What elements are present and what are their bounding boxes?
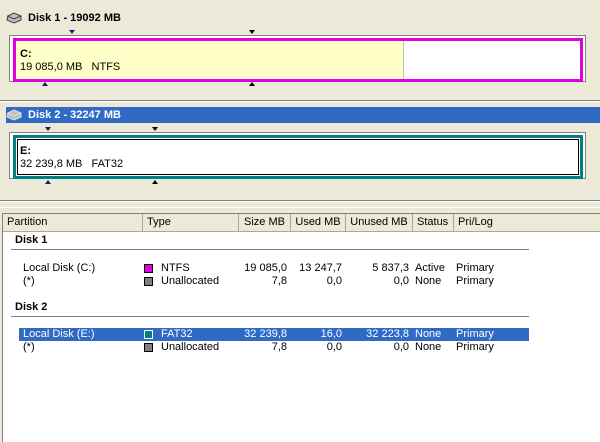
column-unused[interactable]: Unused MB	[346, 214, 413, 231]
cell-size: 19 085,0	[244, 262, 287, 274]
disk-2-header[interactable]: Disk 2 - 32247 MB	[6, 107, 600, 123]
cell-unused: 0,0	[393, 275, 409, 287]
table-row[interactable]: (*) Unallocated 7,8 0,0 0,0 None Primary	[3, 341, 600, 354]
cell-type: Unallocated	[161, 275, 220, 287]
cell-used: 16,0	[320, 328, 342, 340]
partition-letter: E:	[20, 145, 31, 157]
cell-used: 13 247,7	[299, 262, 342, 274]
column-used[interactable]: Used MB	[291, 214, 346, 231]
group-divider	[11, 316, 529, 317]
column-type[interactable]: Type	[143, 214, 239, 231]
partition-end-marker	[152, 180, 158, 184]
group-title-disk-2: Disk 2	[15, 301, 48, 313]
table-row[interactable]: Local Disk (C:) NTFS 19 085,0 13 247,7 5…	[3, 262, 600, 275]
partition-start-marker	[45, 127, 51, 131]
cell-unused: 32 223,8	[366, 328, 409, 340]
cell-status: Active	[415, 262, 445, 274]
partition-list[interactable]: Partition Type Size MB Used MB Unused MB…	[2, 213, 600, 442]
column-partition[interactable]: Partition	[3, 214, 143, 231]
group-divider	[11, 249, 529, 250]
disk-1-title: Disk 1 - 19092 MB	[28, 12, 121, 24]
table-row[interactable]: (*) Unallocated 7,8 0,0 0,0 None Primary	[3, 275, 600, 288]
cell-prilog: Primary	[456, 262, 494, 274]
splitter[interactable]	[0, 207, 600, 212]
partition-fs: FAT32	[91, 158, 124, 170]
used-space-divider	[403, 41, 404, 79]
hard-disk-icon	[6, 12, 22, 24]
type-color-swatch	[144, 264, 153, 273]
partition-c-label: C: 19 085,0 MB NTFS	[20, 48, 120, 74]
partition-size: 19 085,0 MB	[20, 61, 83, 73]
cell-partition: (*)	[23, 275, 35, 287]
map-separator	[0, 100, 600, 102]
partition-start-marker	[45, 180, 51, 184]
cell-size: 7,8	[271, 341, 287, 353]
column-prilog[interactable]: Pri/Log	[454, 214, 600, 231]
cell-partition: Local Disk (E:)	[23, 328, 95, 340]
partition-e-block[interactable]: E: 32 239,8 MB FAT32	[13, 135, 583, 179]
hard-disk-icon	[6, 109, 22, 121]
partition-c-block[interactable]: C: 19 085,0 MB NTFS	[13, 38, 583, 82]
type-color-swatch	[144, 343, 153, 352]
cell-unused: 5 837,3	[372, 262, 409, 274]
cell-size: 7,8	[271, 275, 287, 287]
column-header-bar: Partition Type Size MB Used MB Unused MB…	[3, 214, 600, 232]
cell-type: Unallocated	[161, 341, 220, 353]
cell-partition: (*)	[23, 341, 35, 353]
cell-used: 0,0	[326, 275, 342, 287]
partition-end-marker	[249, 30, 255, 34]
partition-letter: C:	[20, 48, 32, 60]
map-separator	[0, 200, 600, 202]
cell-status: None	[415, 275, 442, 287]
cell-type: FAT32	[161, 328, 193, 340]
partition-size: 32 239,8 MB	[20, 158, 83, 170]
cell-prilog: Primary	[456, 328, 494, 340]
partition-start-marker	[69, 30, 75, 34]
cell-size: 32 239,8	[244, 328, 287, 340]
partition-end-marker	[249, 82, 255, 86]
type-color-swatch	[144, 330, 153, 339]
group-title-disk-1: Disk 1	[15, 234, 48, 246]
column-size[interactable]: Size MB	[239, 214, 291, 231]
cell-type: NTFS	[161, 262, 190, 274]
type-color-swatch	[144, 277, 153, 286]
cell-prilog: Primary	[456, 275, 494, 287]
partition-e-label: E: 32 239,8 MB FAT32	[20, 145, 123, 171]
column-status[interactable]: Status	[413, 214, 454, 231]
disk-2-title: Disk 2 - 32247 MB	[28, 109, 121, 121]
partition-fs: NTFS	[91, 61, 121, 73]
partition-end-marker	[152, 127, 158, 131]
cell-used: 0,0	[326, 341, 342, 353]
cell-prilog: Primary	[456, 341, 494, 353]
cell-status: None	[415, 328, 442, 340]
table-row[interactable]: Local Disk (E:) FAT32 32 239,8 16,0 32 2…	[3, 328, 600, 341]
partition-start-marker	[42, 82, 48, 86]
cell-unused: 0,0	[393, 341, 409, 353]
disk-1-header[interactable]: Disk 1 - 19092 MB	[6, 10, 600, 26]
cell-status: None	[415, 341, 442, 353]
cell-partition: Local Disk (C:)	[23, 262, 96, 274]
